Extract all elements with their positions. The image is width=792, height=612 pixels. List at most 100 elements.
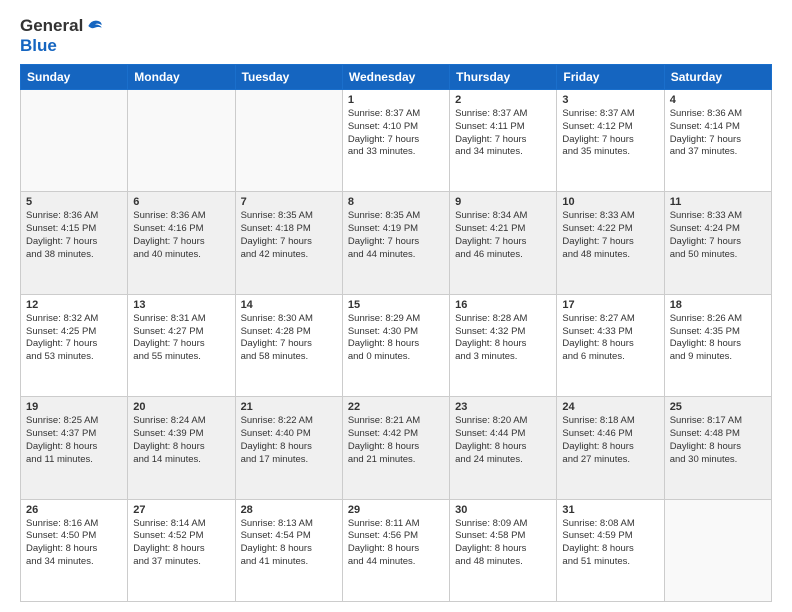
weekday-header-sunday: Sunday xyxy=(21,65,128,90)
day-number: 26 xyxy=(26,504,122,516)
day-number: 6 xyxy=(133,196,229,208)
calendar-cell: 11 Sunrise: 8:33 AM Sunset: 4:24 PM Dayli… xyxy=(664,192,771,294)
week-row-5: 26 Sunrise: 8:16 AM Sunset: 4:50 PM Dayli… xyxy=(21,499,772,601)
weekday-header-row: SundayMondayTuesdayWednesdayThursdayFrid… xyxy=(21,65,772,90)
day-number: 22 xyxy=(348,401,444,413)
day-info: Sunrise: 8:09 AM Sunset: 4:58 PM Dayligh… xyxy=(455,518,551,569)
day-info: Sunrise: 8:31 AM Sunset: 4:27 PM Dayligh… xyxy=(133,313,229,364)
calendar-cell xyxy=(235,90,342,192)
week-row-3: 12 Sunrise: 8:32 AM Sunset: 4:25 PM Dayli… xyxy=(21,294,772,396)
calendar-cell: 19 Sunrise: 8:25 AM Sunset: 4:37 PM Dayli… xyxy=(21,397,128,499)
week-row-4: 19 Sunrise: 8:25 AM Sunset: 4:37 PM Dayli… xyxy=(21,397,772,499)
weekday-header-thursday: Thursday xyxy=(450,65,557,90)
day-info: Sunrise: 8:36 AM Sunset: 4:14 PM Dayligh… xyxy=(670,108,766,159)
calendar-cell: 4Sunrise: 8:36 AM Sunset: 4:14 PM Daylig… xyxy=(664,90,771,192)
day-info: Sunrise: 8:37 AM Sunset: 4:10 PM Dayligh… xyxy=(348,108,444,159)
day-number: 21 xyxy=(241,401,337,413)
calendar-table: SundayMondayTuesdayWednesdayThursdayFrid… xyxy=(20,64,772,602)
calendar-cell: 9 Sunrise: 8:34 AM Sunset: 4:21 PM Daylig… xyxy=(450,192,557,294)
day-number: 31 xyxy=(562,504,658,516)
day-info: Sunrise: 8:08 AM Sunset: 4:59 PM Dayligh… xyxy=(562,518,658,569)
day-number: 14 xyxy=(241,299,337,311)
day-info: Sunrise: 8:18 AM Sunset: 4:46 PM Dayligh… xyxy=(562,415,658,466)
day-number: 3 xyxy=(562,94,658,106)
day-info: Sunrise: 8:30 AM Sunset: 4:28 PM Dayligh… xyxy=(241,313,337,364)
day-info: Sunrise: 8:11 AM Sunset: 4:56 PM Dayligh… xyxy=(348,518,444,569)
calendar-cell: 28 Sunrise: 8:13 AM Sunset: 4:54 PM Dayli… xyxy=(235,499,342,601)
calendar-cell: 1 Sunrise: 8:37 AM Sunset: 4:10 PM Daylig… xyxy=(342,90,449,192)
day-info: Sunrise: 8:25 AM Sunset: 4:37 PM Dayligh… xyxy=(26,415,122,466)
day-number: 8 xyxy=(348,196,444,208)
weekday-header-wednesday: Wednesday xyxy=(342,65,449,90)
calendar-cell: 25Sunrise: 8:17 AM Sunset: 4:48 PM Dayli… xyxy=(664,397,771,499)
day-info: Sunrise: 8:26 AM Sunset: 4:35 PM Dayligh… xyxy=(670,313,766,364)
logo: General Blue xyxy=(20,16,105,56)
day-number: 2 xyxy=(455,94,551,106)
day-info: Sunrise: 8:37 AM Sunset: 4:11 PM Dayligh… xyxy=(455,108,551,159)
calendar-cell: 15Sunrise: 8:29 AM Sunset: 4:30 PM Dayli… xyxy=(342,294,449,396)
day-info: Sunrise: 8:36 AM Sunset: 4:16 PM Dayligh… xyxy=(133,210,229,261)
day-number: 18 xyxy=(670,299,766,311)
day-info: Sunrise: 8:36 AM Sunset: 4:15 PM Dayligh… xyxy=(26,210,122,261)
day-number: 27 xyxy=(133,504,229,516)
calendar-cell: 5 Sunrise: 8:36 AM Sunset: 4:15 PM Daylig… xyxy=(21,192,128,294)
logo-blue: Blue xyxy=(20,36,57,55)
day-number: 24 xyxy=(562,401,658,413)
day-info: Sunrise: 8:24 AM Sunset: 4:39 PM Dayligh… xyxy=(133,415,229,466)
day-info: Sunrise: 8:27 AM Sunset: 4:33 PM Dayligh… xyxy=(562,313,658,364)
day-number: 13 xyxy=(133,299,229,311)
calendar-cell: 26 Sunrise: 8:16 AM Sunset: 4:50 PM Dayli… xyxy=(21,499,128,601)
day-number: 25 xyxy=(670,401,766,413)
calendar-cell: 13 Sunrise: 8:31 AM Sunset: 4:27 PM Dayli… xyxy=(128,294,235,396)
day-info: Sunrise: 8:35 AM Sunset: 4:19 PM Dayligh… xyxy=(348,210,444,261)
logo-bird-icon xyxy=(85,16,105,36)
day-info: Sunrise: 8:28 AM Sunset: 4:32 PM Dayligh… xyxy=(455,313,551,364)
calendar-cell: 29 Sunrise: 8:11 AM Sunset: 4:56 PM Dayli… xyxy=(342,499,449,601)
day-number: 5 xyxy=(26,196,122,208)
day-info: Sunrise: 8:34 AM Sunset: 4:21 PM Dayligh… xyxy=(455,210,551,261)
day-number: 17 xyxy=(562,299,658,311)
day-info: Sunrise: 8:16 AM Sunset: 4:50 PM Dayligh… xyxy=(26,518,122,569)
weekday-header-saturday: Saturday xyxy=(664,65,771,90)
day-number: 29 xyxy=(348,504,444,516)
day-number: 19 xyxy=(26,401,122,413)
header: General Blue xyxy=(20,16,772,56)
calendar-cell: 16Sunrise: 8:28 AM Sunset: 4:32 PM Dayli… xyxy=(450,294,557,396)
calendar-cell: 7 Sunrise: 8:35 AM Sunset: 4:18 PM Daylig… xyxy=(235,192,342,294)
day-number: 20 xyxy=(133,401,229,413)
calendar-cell: 2 Sunrise: 8:37 AM Sunset: 4:11 PM Daylig… xyxy=(450,90,557,192)
calendar-cell: 21Sunrise: 8:22 AM Sunset: 4:40 PM Dayli… xyxy=(235,397,342,499)
day-info: Sunrise: 8:14 AM Sunset: 4:52 PM Dayligh… xyxy=(133,518,229,569)
calendar-cell: 27 Sunrise: 8:14 AM Sunset: 4:52 PM Dayli… xyxy=(128,499,235,601)
day-number: 23 xyxy=(455,401,551,413)
page: General Blue SundayMondayTuesdayWednesda… xyxy=(0,0,792,612)
calendar-cell: 8 Sunrise: 8:35 AM Sunset: 4:19 PM Daylig… xyxy=(342,192,449,294)
weekday-header-tuesday: Tuesday xyxy=(235,65,342,90)
day-info: Sunrise: 8:33 AM Sunset: 4:24 PM Dayligh… xyxy=(670,210,766,261)
day-info: Sunrise: 8:33 AM Sunset: 4:22 PM Dayligh… xyxy=(562,210,658,261)
day-number: 10 xyxy=(562,196,658,208)
calendar-cell: 24 Sunrise: 8:18 AM Sunset: 4:46 PM Dayli… xyxy=(557,397,664,499)
day-number: 1 xyxy=(348,94,444,106)
day-info: Sunrise: 8:35 AM Sunset: 4:18 PM Dayligh… xyxy=(241,210,337,261)
calendar-cell: 20 Sunrise: 8:24 AM Sunset: 4:39 PM Dayli… xyxy=(128,397,235,499)
day-info: Sunrise: 8:32 AM Sunset: 4:25 PM Dayligh… xyxy=(26,313,122,364)
calendar-cell: 3Sunrise: 8:37 AM Sunset: 4:12 PM Daylig… xyxy=(557,90,664,192)
day-info: Sunrise: 8:20 AM Sunset: 4:44 PM Dayligh… xyxy=(455,415,551,466)
week-row-1: 1 Sunrise: 8:37 AM Sunset: 4:10 PM Daylig… xyxy=(21,90,772,192)
day-number: 11 xyxy=(670,196,766,208)
calendar-cell: 31 Sunrise: 8:08 AM Sunset: 4:59 PM Dayli… xyxy=(557,499,664,601)
day-number: 28 xyxy=(241,504,337,516)
day-info: Sunrise: 8:13 AM Sunset: 4:54 PM Dayligh… xyxy=(241,518,337,569)
day-info: Sunrise: 8:29 AM Sunset: 4:30 PM Dayligh… xyxy=(348,313,444,364)
calendar-cell xyxy=(128,90,235,192)
day-number: 7 xyxy=(241,196,337,208)
calendar-cell: 12 Sunrise: 8:32 AM Sunset: 4:25 PM Dayli… xyxy=(21,294,128,396)
calendar-cell: 6 Sunrise: 8:36 AM Sunset: 4:16 PM Daylig… xyxy=(128,192,235,294)
calendar-cell: 23 Sunrise: 8:20 AM Sunset: 4:44 PM Dayli… xyxy=(450,397,557,499)
calendar-cell xyxy=(664,499,771,601)
day-number: 12 xyxy=(26,299,122,311)
day-number: 9 xyxy=(455,196,551,208)
calendar-cell: 22Sunrise: 8:21 AM Sunset: 4:42 PM Dayli… xyxy=(342,397,449,499)
calendar-cell: 17 Sunrise: 8:27 AM Sunset: 4:33 PM Dayli… xyxy=(557,294,664,396)
